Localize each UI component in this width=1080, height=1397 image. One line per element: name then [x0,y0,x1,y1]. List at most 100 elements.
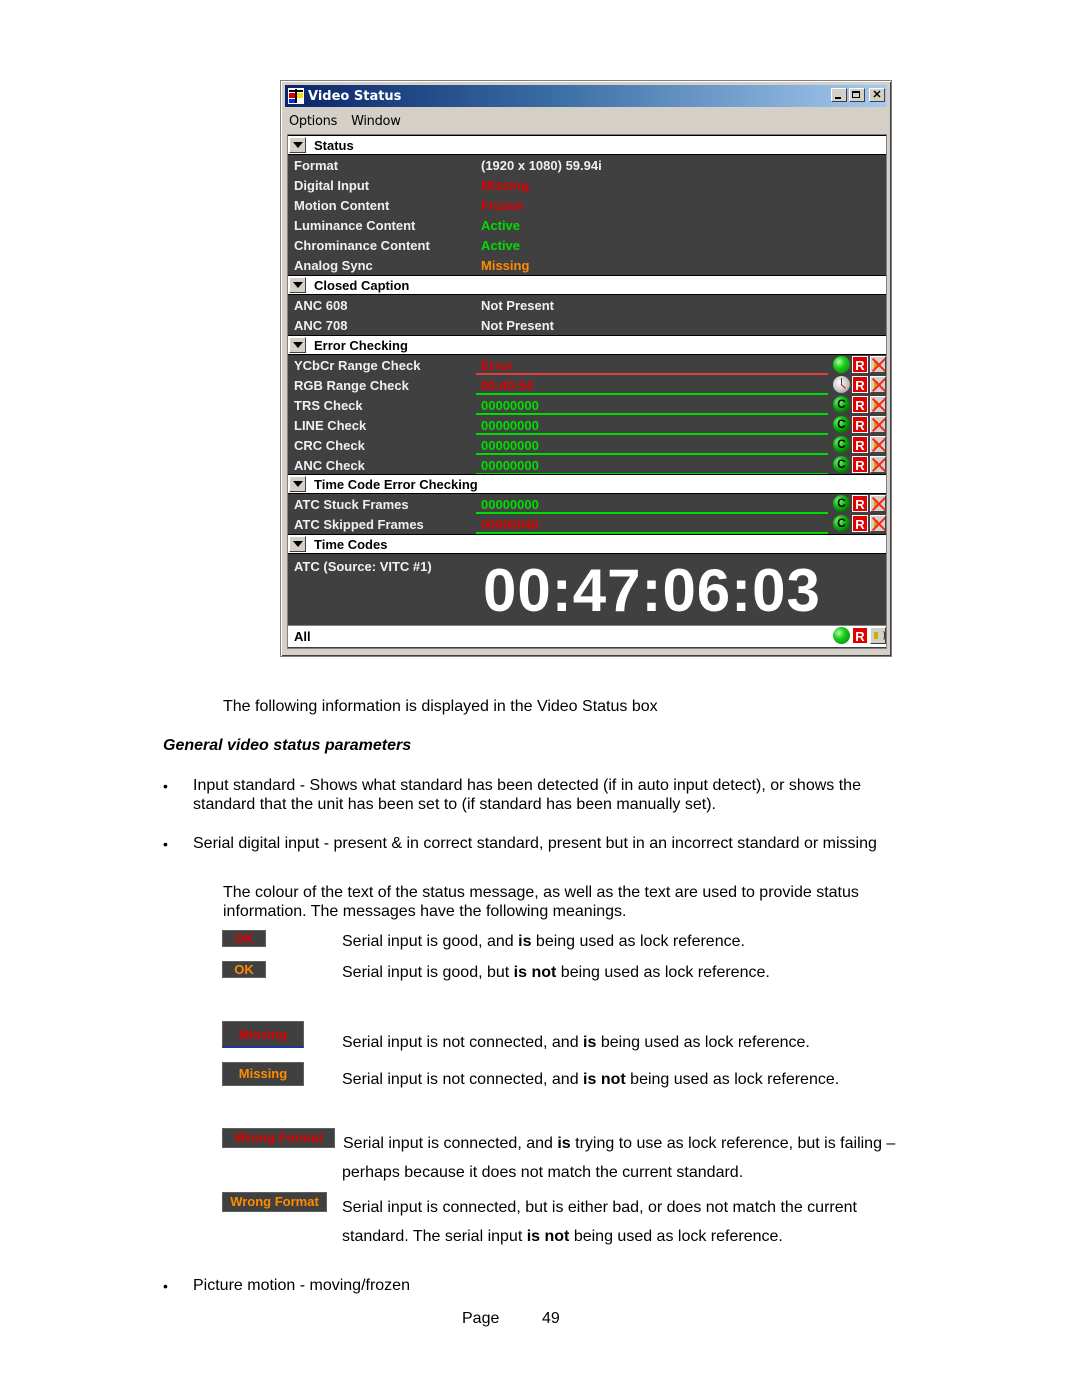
row-value: 00000000 [481,398,539,413]
status-panel: Status Format (1920 x 1080) 59.94i Digital… [287,134,887,649]
badge-ok-orange: OK [222,961,266,978]
reset-all-button[interactable]: R [852,627,868,644]
legend-text-line2: perhaps because it does not match the cu… [342,1164,744,1181]
row-label: Motion Content [294,198,390,213]
section-closed-caption-header[interactable]: Closed Caption [288,275,886,295]
section-time-codes-header[interactable]: Time Codes [288,534,886,554]
section-status-header[interactable]: Status [288,135,886,155]
row-value: Not Present [481,298,554,313]
status-row: LINE Check 00000000 C R [288,415,886,435]
mute-alarm-icon[interactable] [870,396,886,413]
legend-text: Serial input is not connected, and is be… [342,1034,810,1051]
mute-alarm-icon[interactable] [870,416,886,433]
row-value: Error [481,358,513,373]
all-row: All R [288,625,886,647]
reset-button[interactable]: R [852,456,868,473]
page-label: Page [462,1310,500,1327]
close-button[interactable]: ✕ [869,88,885,102]
status-row: Analog Sync Missing [288,255,886,275]
reset-button[interactable]: R [852,515,868,532]
status-row: Chrominance Content Active [288,235,886,255]
status-row: Digital Input Missing [288,175,886,195]
reset-button[interactable]: R [852,416,868,433]
speaker-icon[interactable] [870,627,886,644]
row-label: TRS Check [294,398,363,413]
menu-window[interactable]: Window [351,114,401,129]
reset-button[interactable]: R [852,495,868,512]
window-title: Video Status [308,88,402,104]
row-label: ATC Skipped Frames [294,517,424,532]
maximize-button[interactable] [849,88,865,102]
clock-icon[interactable] [833,376,850,393]
bullet-icon: • [163,1278,168,1294]
mute-alarm-icon[interactable] [870,376,886,393]
title-bar[interactable]: Video Status ✕ [285,85,887,107]
row-value: Missing [481,178,530,193]
menu-bar: Options Window [289,111,401,131]
row-value: Active [481,218,521,233]
section-title: Error Checking [314,338,408,353]
reset-button[interactable]: R [852,356,868,373]
row-value: Frozen [481,198,524,213]
row-label: YCbCr Range Check [294,358,421,373]
counter-led-icon[interactable]: C [833,396,850,413]
reset-button[interactable]: R [852,396,868,413]
row-value: 00000000 [481,497,539,512]
status-row: ANC 708 Not Present [288,315,886,335]
badge-missing-orange: Missing [222,1062,304,1086]
colour-paragraph: The colour of the text of the status mes… [223,884,859,920]
badge-wrong-format-orange: Wrong Format [222,1192,327,1212]
mute-alarm-icon[interactable] [870,436,886,453]
row-label: ANC Check [294,458,365,473]
badge-ok-red: OK [222,930,266,947]
timecode-value: 00:47:06:03 [483,557,821,624]
section-time-code-error-header[interactable]: Time Code Error Checking [288,474,886,494]
reset-button[interactable]: R [852,376,868,393]
section-error-checking-header[interactable]: Error Checking [288,335,886,355]
status-row: ANC Check 00000000 C R [288,455,886,475]
status-row: Format (1920 x 1080) 59.94i [288,155,886,175]
intro-text: The following information is displayed i… [223,698,658,715]
legend-text: Serial input is good, and is being used … [342,933,745,950]
status-row: RGB Range Check 00:40:54 R [288,375,886,395]
mute-alarm-icon[interactable] [870,456,886,473]
mute-alarm-icon[interactable] [870,356,886,373]
counter-led-icon[interactable]: C [833,436,850,453]
mute-alarm-icon[interactable] [870,495,886,512]
collapse-arrow-icon[interactable] [289,337,306,353]
row-value: 00000000 [481,418,539,433]
row-label: Chrominance Content [294,238,430,253]
collapse-arrow-icon[interactable] [289,536,306,552]
counter-led-icon[interactable]: C [833,456,850,473]
legend-text-line2: standard. The serial input is not being … [342,1228,783,1245]
menu-options[interactable]: Options [289,114,337,129]
counter-led-icon[interactable]: C [833,495,850,512]
legend-text: Serial input is not connected, and is no… [342,1071,840,1088]
collapse-arrow-icon[interactable] [289,476,306,492]
row-label: CRC Check [294,438,365,453]
mute-alarm-icon[interactable] [870,515,886,532]
timecode-source-label: ATC (Source: VITC #1) [294,559,432,574]
reset-button[interactable]: R [852,436,868,453]
bullet-picture-motion: Picture motion - moving/frozen [193,1277,410,1294]
row-label: ANC 708 [294,318,348,333]
section-title: Status [314,138,354,153]
minimize-button[interactable] [831,88,847,102]
counter-led-icon[interactable]: C [833,515,850,532]
row-label: LINE Check [294,418,367,433]
status-row: YCbCr Range Check Error R [288,355,886,375]
section-title: Time Codes [314,537,388,552]
counter-led-icon[interactable]: C [833,416,850,433]
collapse-arrow-icon[interactable] [289,277,306,293]
collapse-arrow-icon[interactable] [289,137,306,153]
status-row: TRS Check 00000000 C R [288,395,886,415]
row-value: 00:40:54 [481,378,534,393]
status-row: CRC Check 00000000 C R [288,435,886,455]
row-value: Active [481,238,521,253]
legend-text: Serial input is connected, and is trying… [343,1135,896,1152]
status-row: Luminance Content Active [288,215,886,235]
row-value: 00000040 [481,517,539,532]
row-label: Analog Sync [294,258,373,273]
status-led-icon[interactable] [833,356,850,373]
badge-wrong-format-red: Wrong Format [222,1128,335,1148]
